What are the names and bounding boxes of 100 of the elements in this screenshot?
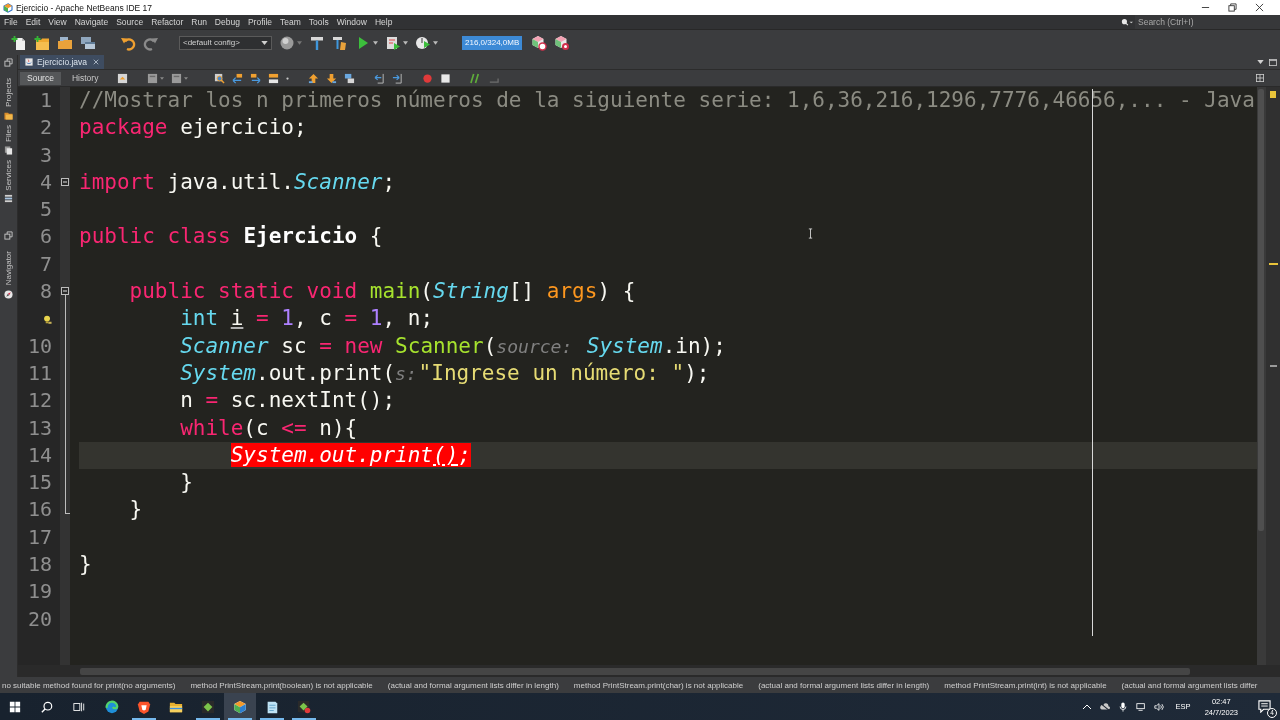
horizontal-scrollbar[interactable] <box>80 667 1190 675</box>
stacked-windows-icon[interactable] <box>80 34 96 51</box>
menu-item[interactable]: Navigate <box>73 17 110 27</box>
status-message: method PrintStream.print(char) is not applicable <box>573 680 744 690</box>
dot-icon[interactable] <box>286 76 290 80</box>
page-icon[interactable] <box>171 72 183 84</box>
new-folder-icon[interactable] <box>34 34 50 51</box>
diamond-badge-icon <box>297 699 311 714</box>
magnifier-icon[interactable] <box>214 72 226 84</box>
files-icon[interactable] <box>4 145 13 155</box>
page-arrow-icon[interactable] <box>385 34 401 51</box>
collapse-icon[interactable] <box>61 177 69 186</box>
hammer-broom-icon[interactable] <box>332 34 348 51</box>
code-line: int i = 1, c = 1, n; <box>180 305 434 333</box>
notification-icon[interactable] <box>1258 699 1271 713</box>
arrow-left-icon[interactable] <box>232 72 244 84</box>
stacked-bars-icon[interactable] <box>4 194 13 204</box>
config-dropdown[interactable]: <default config> <box>179 35 272 50</box>
code-line: import java.util.Scanner; <box>79 168 396 196</box>
menu-item[interactable]: Run <box>190 17 208 27</box>
cloud-off-icon[interactable] <box>1099 701 1110 712</box>
hammer-icon[interactable] <box>309 34 325 51</box>
double-slash-icon[interactable] <box>470 72 482 84</box>
code-line: while(c <= n){ <box>180 414 358 442</box>
sphere-icon[interactable] <box>279 34 295 51</box>
caret-icon[interactable] <box>433 40 438 45</box>
menu-item[interactable]: Profile <box>246 17 273 27</box>
menu-item[interactable]: Refactor <box>150 17 185 27</box>
monitor-icon[interactable] <box>1135 701 1146 712</box>
side-tab[interactable]: Files <box>4 124 13 142</box>
line-marker[interactable] <box>1270 365 1277 367</box>
caret-icon[interactable] <box>373 40 378 45</box>
menu-item[interactable]: Debug <box>213 17 241 27</box>
page-icon[interactable] <box>147 72 159 84</box>
line-number: 15 <box>27 469 52 497</box>
collapse-icon[interactable] <box>61 287 69 296</box>
windows-icon[interactable] <box>9 700 21 713</box>
maximize-icon[interactable] <box>1269 58 1277 66</box>
new-file-icon[interactable] <box>11 34 27 51</box>
menu-item[interactable]: Help <box>373 17 394 27</box>
line-number: 17 <box>27 523 52 551</box>
stacked-squares-icon[interactable] <box>344 72 356 84</box>
menu-item[interactable]: View <box>47 17 68 27</box>
restore-icon[interactable] <box>4 231 13 241</box>
gauge-icon[interactable] <box>415 34 431 51</box>
code-line: public static void main(String[] args) { <box>129 278 636 306</box>
restore-icon[interactable] <box>1228 3 1237 12</box>
record-icon[interactable] <box>422 72 434 84</box>
menu-item[interactable]: Edit <box>24 17 42 27</box>
cube-badge-icon[interactable] <box>531 34 548 51</box>
text-cursor-icon <box>808 228 813 239</box>
line-number: 4 <box>39 168 52 196</box>
folder-icon[interactable] <box>57 34 73 51</box>
menu-item[interactable]: Source <box>115 17 145 27</box>
caret-icon[interactable] <box>160 76 165 80</box>
search-icon[interactable] <box>41 700 53 713</box>
arrow-up-icon[interactable] <box>308 72 320 84</box>
arrow-right-icon[interactable] <box>250 72 262 84</box>
speaker-icon[interactable] <box>1153 701 1164 712</box>
view-tab[interactable]: Source <box>20 71 61 85</box>
line-number: 5 <box>39 196 52 224</box>
lightbulb-icon[interactable] <box>43 314 52 324</box>
view-tab[interactable]: History <box>64 71 106 85</box>
caret-icon[interactable] <box>184 76 189 80</box>
line-number: 8 <box>39 278 52 306</box>
menu-item[interactable]: File <box>3 17 19 27</box>
window-title: Ejercicio - Apache NetBeans IDE 17 <box>16 2 153 13</box>
menu-item[interactable]: Tools <box>307 17 330 27</box>
line-number: 18 <box>27 551 52 579</box>
restore-icon[interactable] <box>4 58 13 67</box>
menu-item[interactable]: Window <box>335 17 368 27</box>
highlight-icon[interactable] <box>268 72 280 84</box>
vertical-scrollbar[interactable] <box>1257 87 1266 665</box>
menu-item[interactable]: Team <box>279 17 302 27</box>
side-tab[interactable]: Services <box>4 159 13 191</box>
line-number: 6 <box>39 223 52 251</box>
memory-indicator[interactable]: 216,0/324,0MB <box>462 35 523 50</box>
code-line: } <box>79 551 92 579</box>
caret-icon[interactable] <box>403 40 408 45</box>
cube-badge-icon[interactable] <box>554 34 571 51</box>
code-line: Scanner sc = new Scanner(source: System.in); <box>180 332 726 360</box>
microphone-icon[interactable] <box>1117 701 1128 712</box>
editor-tab[interactable]: Ejercicio.java <box>20 55 105 69</box>
grid-icon[interactable] <box>1256 74 1264 82</box>
close-icon[interactable] <box>1255 3 1264 12</box>
arrow-down-icon[interactable] <box>326 72 338 84</box>
task-view-icon[interactable] <box>73 700 85 713</box>
search-icon[interactable] <box>1121 17 1133 27</box>
side-tab[interactable]: Projects <box>4 78 13 107</box>
line-number: 11 <box>27 359 52 387</box>
dropdown-icon[interactable] <box>1257 60 1264 64</box>
line-number: 20 <box>27 605 52 633</box>
caret-icon[interactable] <box>297 40 302 45</box>
compass-icon[interactable] <box>4 289 13 299</box>
shift-right-icon[interactable] <box>392 72 404 84</box>
warning-marker[interactable] <box>1269 263 1278 265</box>
shift-left-icon[interactable] <box>374 72 386 84</box>
folders-icon[interactable] <box>4 110 13 120</box>
stop-icon[interactable] <box>440 72 452 84</box>
side-tab[interactable]: Navigator <box>4 251 13 286</box>
